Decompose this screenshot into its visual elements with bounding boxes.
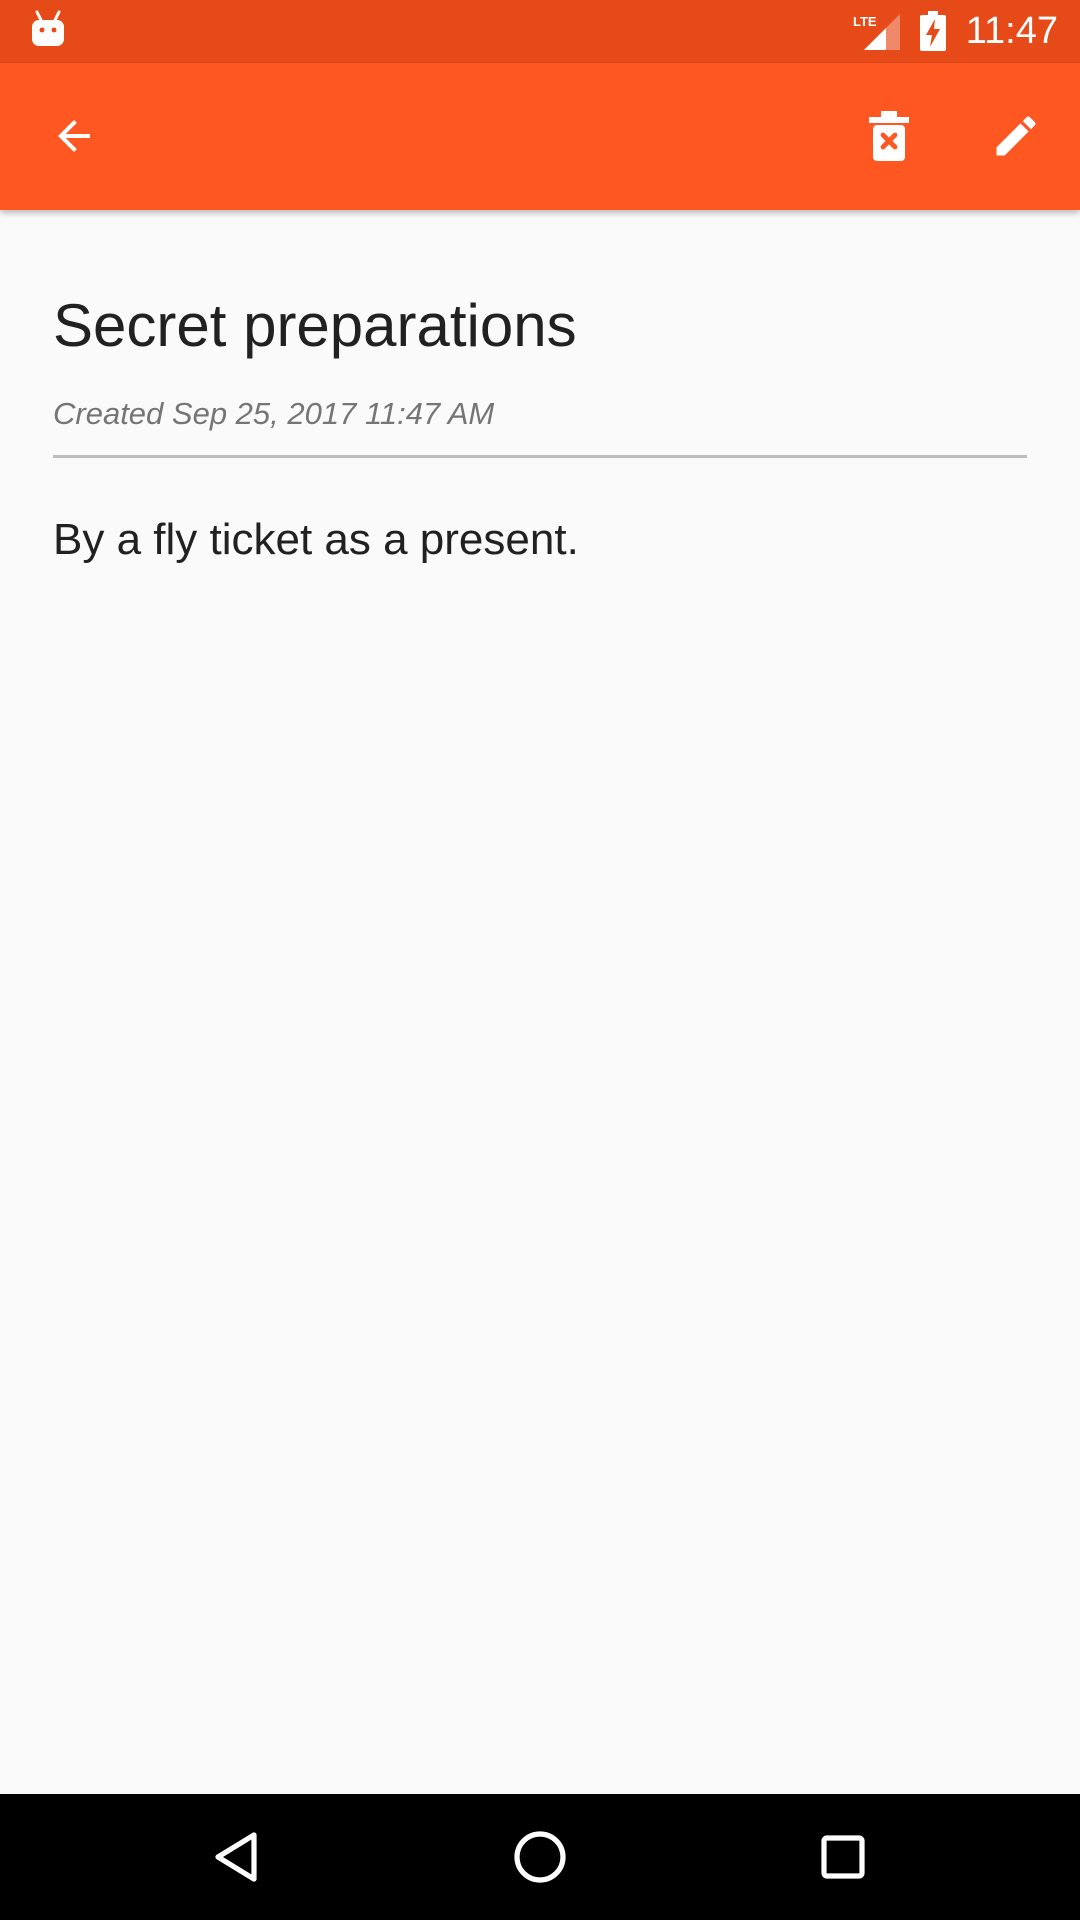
note-title: Secret preparations [53, 292, 577, 359]
divider [53, 455, 1027, 458]
lte-signal-icon: LTE [852, 12, 902, 57]
status-clock: 11:47 [965, 10, 1058, 52]
android-notification-icon [28, 8, 68, 57]
note-body: By a fly ticket as a present. [53, 515, 579, 564]
note-created-date: Created Sep 25, 2017 11:47 AM [53, 396, 495, 431]
navigation-bar [0, 1794, 1080, 1920]
nav-home-icon [514, 1831, 566, 1883]
nav-back-button[interactable] [196, 1817, 276, 1897]
nav-recents-icon [821, 1835, 865, 1879]
delete-icon [869, 111, 909, 161]
lte-label: LTE [853, 14, 877, 29]
status-bar: LTE 11:47 [0, 0, 1080, 63]
app-bar [0, 63, 1080, 210]
back-button[interactable] [34, 96, 114, 176]
nav-recents-button[interactable] [803, 1817, 883, 1897]
nav-back-icon [215, 1832, 257, 1882]
back-arrow-icon [58, 120, 90, 152]
nav-home-button[interactable] [500, 1817, 580, 1897]
edit-pencil-icon [996, 116, 1036, 156]
edit-button[interactable] [976, 96, 1056, 176]
delete-button[interactable] [849, 96, 929, 176]
battery-charging-icon [919, 11, 947, 56]
